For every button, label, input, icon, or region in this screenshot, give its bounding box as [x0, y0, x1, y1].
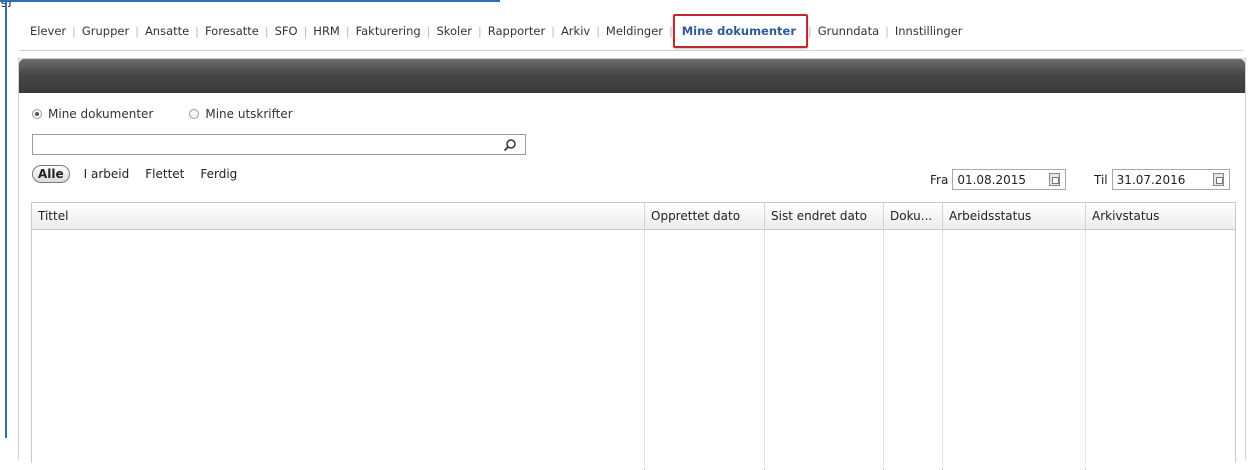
panel-header-bar — [19, 59, 1245, 93]
radio-label-mine-dokumenter[interactable]: Mine dokumenter — [48, 107, 153, 121]
filter-flettet[interactable]: Flettet — [145, 167, 184, 181]
date-to-label: Til — [1094, 172, 1108, 187]
filter-i-arbeid[interactable]: I arbeid — [84, 167, 130, 181]
nav-item-meldinger[interactable]: Meldinger — [600, 22, 669, 40]
search-icon[interactable] — [503, 138, 517, 152]
nav-item-sfo[interactable]: SFO — [269, 22, 304, 40]
column-body-opprettet-dato — [645, 230, 765, 470]
filter-ferdig[interactable]: Ferdig — [200, 167, 237, 181]
main-navigation: Elever | Grupper | Ansatte | Foresatte |… — [24, 14, 969, 48]
frame-top-border — [0, 0, 500, 2]
nav-item-mine-dokumenter[interactable]: Mine dokumenter — [672, 14, 809, 48]
nav-item-innstillinger[interactable]: Innstillinger — [889, 22, 969, 40]
search-input[interactable] — [33, 135, 501, 154]
search-field — [32, 134, 526, 155]
frame-left-border — [5, 0, 7, 438]
column-body-tittel — [32, 230, 645, 470]
nav-item-elever[interactable]: Elever — [24, 22, 72, 40]
radio-label-mine-utskrifter[interactable]: Mine utskrifter — [205, 107, 292, 121]
column-body-sist-endret-dato — [765, 230, 884, 470]
nav-item-grupper[interactable]: Grupper — [76, 22, 135, 40]
nav-item-arkiv[interactable]: Arkiv — [555, 22, 596, 40]
column-header-dokument[interactable]: Doku... — [884, 203, 943, 229]
view-selector: Mine dokumenter Mine utskrifter — [32, 107, 323, 121]
calendar-icon[interactable] — [1049, 173, 1061, 186]
documents-table: Tittel Opprettet dato Sist endret dato D… — [31, 202, 1236, 470]
nav-item-fakturering[interactable]: Fakturering — [350, 22, 427, 40]
filter-alle[interactable]: Alle — [32, 165, 70, 183]
column-body-arbeidsstatus — [943, 230, 1086, 470]
radio-mine-utskrifter[interactable] — [189, 109, 200, 119]
nav-divider — [19, 50, 1243, 51]
column-header-arbeidsstatus[interactable]: Arbeidsstatus — [943, 203, 1086, 229]
date-to-value: 31.07.2016 — [1116, 173, 1186, 187]
nav-item-rapporter[interactable]: Rapporter — [482, 22, 551, 40]
radio-mine-dokumenter[interactable] — [32, 109, 42, 119]
nav-item-ansatte[interactable]: Ansatte — [139, 22, 195, 40]
column-body-dokument — [884, 230, 943, 470]
status-filters: Alle I arbeid Flettet Ferdig — [32, 165, 253, 183]
date-from-field[interactable]: 01.08.2015 — [952, 169, 1067, 190]
documents-panel: Mine dokumenter Mine utskrifter Alle I a… — [18, 58, 1246, 470]
column-header-opprettet-dato[interactable]: Opprettet dato — [645, 203, 765, 229]
date-from-group: Fra 01.08.2015 — [930, 169, 1067, 190]
table-header: Tittel Opprettet dato Sist endret dato D… — [32, 203, 1235, 230]
date-from-label: Fra — [930, 172, 949, 187]
date-to-field[interactable]: 31.07.2016 — [1111, 169, 1230, 190]
date-to-group: Til 31.07.2016 — [1094, 169, 1230, 190]
calendar-icon[interactable] — [1212, 173, 1224, 186]
date-from-value: 01.08.2015 — [957, 173, 1027, 187]
column-header-tittel[interactable]: Tittel — [32, 203, 645, 229]
nav-item-skoler[interactable]: Skoler — [430, 22, 478, 40]
column-header-sist-endret-dato[interactable]: Sist endret dato — [765, 203, 884, 229]
nav-item-grunndata[interactable]: Grunndata — [812, 22, 885, 40]
nav-item-hrm[interactable]: HRM — [307, 22, 346, 40]
column-header-arkivstatus[interactable]: Arkivstatus — [1086, 203, 1235, 229]
nav-item-foresatte[interactable]: Foresatte — [199, 22, 265, 40]
